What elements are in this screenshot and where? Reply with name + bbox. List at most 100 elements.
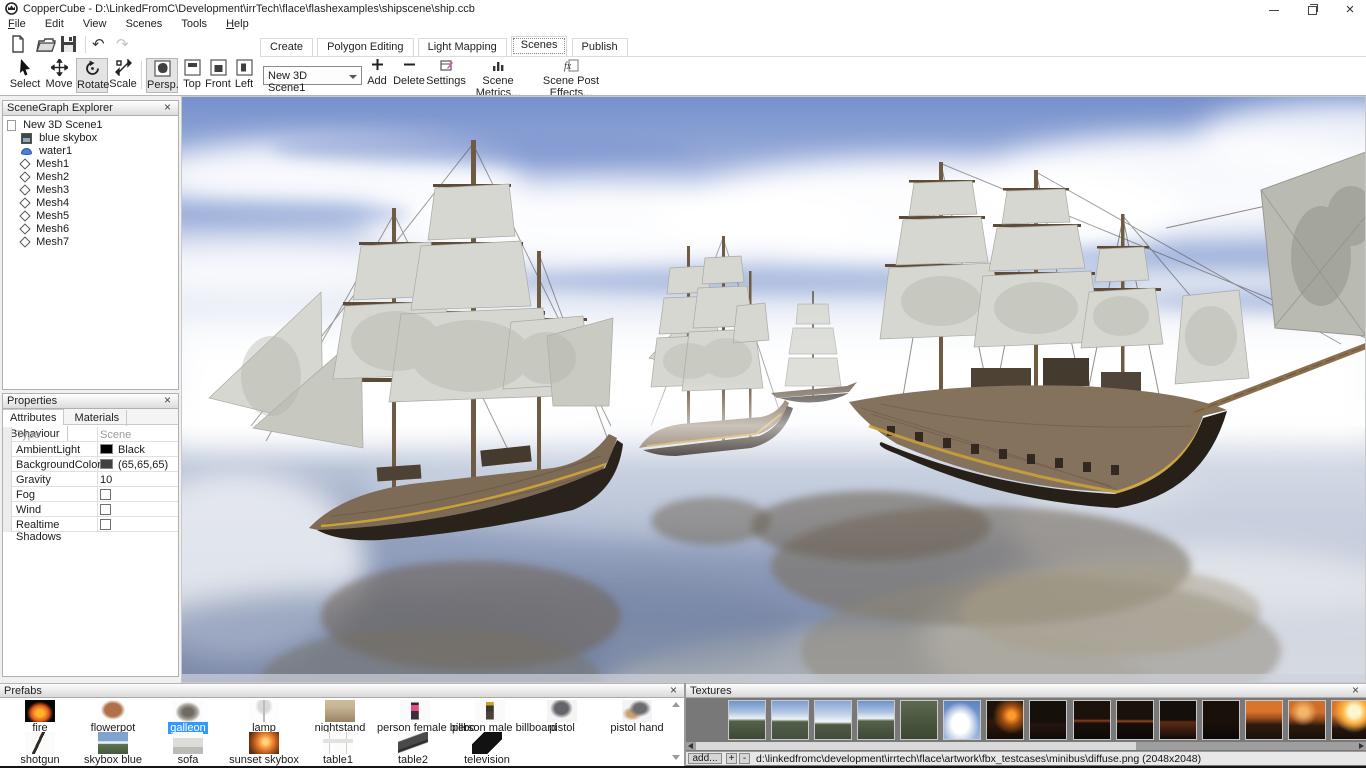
add-scene-button[interactable]: Add	[364, 59, 390, 92]
prefab-thumbnail[interactable]	[249, 700, 279, 722]
texture-thumbnail[interactable]	[900, 700, 938, 740]
realtime-shadows-checkbox[interactable]	[100, 519, 111, 530]
top-view-button[interactable]: Top	[180, 58, 204, 93]
persp-view-button[interactable]: Persp.	[146, 58, 178, 93]
scene-settings-button[interactable]: Settings	[426, 59, 466, 92]
scenegraph-item-water[interactable]: water1	[7, 145, 178, 158]
scenegraph-item-mesh3[interactable]: Mesh3	[7, 184, 178, 197]
move-tool-button[interactable]: Move	[44, 58, 74, 93]
texture-thumbnail[interactable]	[857, 700, 895, 740]
texture-thumbnail[interactable]	[1288, 700, 1326, 740]
prefab-item[interactable]: shotgun	[2, 732, 78, 766]
color-swatch[interactable]	[100, 459, 113, 469]
prefab-item[interactable]: table1	[300, 732, 376, 766]
front-view-button[interactable]: Front	[205, 58, 231, 93]
rotate-tool-button[interactable]: Rotate	[76, 58, 108, 93]
scenegraph-item-root[interactable]: New 3D Scene1	[7, 119, 178, 132]
prefab-thumbnail[interactable]	[173, 732, 203, 754]
menu-file[interactable]: File	[0, 17, 34, 30]
prefab-thumbnail[interactable]	[398, 732, 428, 754]
wind-checkbox[interactable]	[100, 504, 111, 515]
prefab-item[interactable]: skybox blue	[75, 732, 151, 766]
prefab-item[interactable]: television	[449, 732, 525, 766]
color-swatch[interactable]	[100, 444, 113, 454]
tab-materials[interactable]: Materials	[68, 410, 128, 426]
new-file-button[interactable]	[10, 35, 32, 55]
prefab-item[interactable]: pistol	[524, 700, 600, 734]
scroll-up-icon[interactable]	[672, 702, 680, 707]
close-icon[interactable]	[164, 101, 175, 114]
menu-view[interactable]: View	[75, 17, 115, 30]
prefab-thumbnail[interactable]	[547, 700, 577, 722]
prefab-thumbnail[interactable]	[98, 732, 128, 754]
close-icon[interactable]	[1352, 684, 1363, 697]
scene-post-effects-button[interactable]: fx Scene Post Effects...	[532, 59, 610, 92]
scenegraph-item-mesh7[interactable]: Mesh7	[7, 236, 178, 249]
add-texture-button[interactable]: add...	[688, 753, 722, 764]
tab-light-mapping[interactable]: Light Mapping	[418, 38, 507, 56]
texture-thumbnail[interactable]	[986, 700, 1024, 740]
property-row-backgroundcolor[interactable]: BackgroundColor (65,65,65)	[3, 457, 178, 472]
prefab-item[interactable]: pistol hand	[599, 700, 675, 734]
prefab-item[interactable]: person male billboard	[452, 700, 528, 734]
close-icon[interactable]	[164, 394, 175, 407]
save-button[interactable]	[60, 35, 82, 55]
texture-thumbnail[interactable]	[1116, 700, 1154, 740]
property-row-realtime-shadows[interactable]: Realtime Shadows	[3, 517, 178, 532]
prefab-thumbnail[interactable]	[323, 732, 353, 754]
texture-thumbnail[interactable]	[1202, 700, 1240, 740]
prefab-item-selected[interactable]: galleon	[150, 700, 226, 734]
scenegraph-item-mesh2[interactable]: Mesh2	[7, 171, 178, 184]
tab-create[interactable]: Create	[260, 38, 313, 56]
prefab-thumbnail[interactable]	[622, 700, 652, 722]
prefab-item[interactable]: nightstand	[302, 700, 378, 734]
left-view-button[interactable]: Left	[232, 58, 256, 93]
tab-polygon-editing[interactable]: Polygon Editing	[317, 38, 413, 56]
scenegraph-item-mesh1[interactable]: Mesh1	[7, 158, 178, 171]
texture-plus-button[interactable]: +	[726, 753, 737, 764]
property-row-fog[interactable]: Fog	[3, 487, 178, 502]
delete-scene-button[interactable]: Delete	[392, 59, 426, 92]
property-row-wind[interactable]: Wind	[3, 502, 178, 517]
prefab-item[interactable]: sunset skybox	[226, 732, 302, 766]
tab-attributes[interactable]: Attributes	[3, 409, 64, 425]
scroll-right-icon[interactable]	[1359, 743, 1364, 749]
texture-thumbnail[interactable]	[1331, 700, 1366, 740]
scenegraph-item-mesh4[interactable]: Mesh4	[7, 197, 178, 210]
prefab-item[interactable]: table2	[375, 732, 451, 766]
scale-tool-button[interactable]: Scale	[108, 58, 138, 93]
scroll-down-icon[interactable]	[672, 755, 680, 760]
menu-tools[interactable]: Tools	[173, 17, 215, 30]
prefab-thumbnail[interactable]	[475, 700, 505, 722]
prefab-thumbnail[interactable]	[98, 700, 128, 722]
menu-edit[interactable]: Edit	[37, 17, 72, 30]
prefab-thumbnail[interactable]	[249, 732, 279, 754]
prefab-thumbnail[interactable]	[472, 732, 502, 754]
tab-publish[interactable]: Publish	[572, 38, 628, 56]
texture-minus-button[interactable]: -	[739, 753, 750, 764]
close-icon[interactable]	[670, 684, 681, 697]
scene-selector-dropdown[interactable]: New 3D Scene1	[263, 66, 362, 85]
scenegraph-item-mesh6[interactable]: Mesh6	[7, 223, 178, 236]
texture-thumbnail[interactable]	[1245, 700, 1283, 740]
prefabs-scrollbar[interactable]	[670, 700, 682, 762]
texture-thumbnail[interactable]	[1029, 700, 1067, 740]
prefab-item[interactable]: sofa	[150, 732, 226, 766]
scene-metrics-button[interactable]: Scene Metrics...	[462, 59, 534, 92]
texture-thumbnail[interactable]	[771, 700, 809, 740]
fog-checkbox[interactable]	[100, 489, 111, 500]
texture-thumbnail[interactable]	[1073, 700, 1111, 740]
prefab-item[interactable]: flowerpot	[75, 700, 151, 734]
scenegraph-item-skybox[interactable]: blue skybox	[7, 132, 178, 145]
redo-button[interactable]	[116, 35, 138, 55]
prefab-item[interactable]: fire	[2, 700, 78, 734]
property-row-ambientlight[interactable]: AmbientLight Black	[3, 442, 178, 457]
open-file-button[interactable]	[36, 35, 58, 55]
prefab-item[interactable]: lamp	[226, 700, 302, 734]
menu-scenes[interactable]: Scenes	[118, 17, 171, 30]
undo-button[interactable]	[92, 35, 114, 55]
tab-scenes[interactable]: Scenes	[511, 36, 568, 56]
scroll-left-icon[interactable]	[688, 743, 693, 749]
scrollbar-thumb[interactable]	[696, 742, 1136, 750]
scenegraph-item-mesh5[interactable]: Mesh5	[7, 210, 178, 223]
